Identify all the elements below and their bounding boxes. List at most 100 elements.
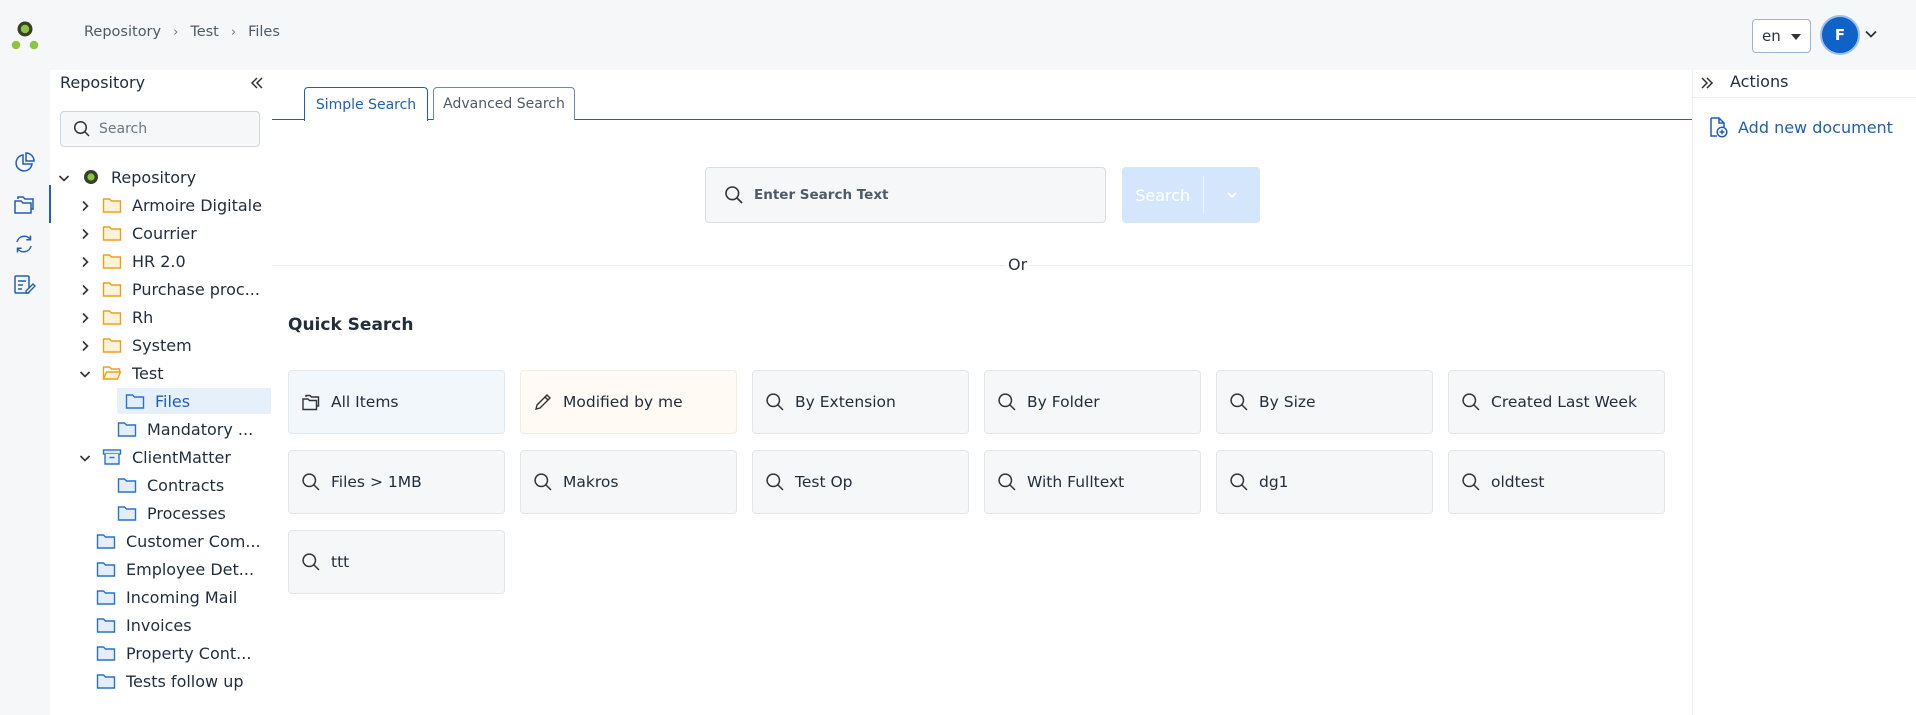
folder-icon — [102, 252, 122, 270]
blue-folder-icon — [96, 560, 116, 578]
blue-folder-icon — [117, 420, 137, 438]
icon-rail — [0, 70, 50, 715]
quick-search-label: All Items — [331, 393, 399, 411]
archive-box-icon — [102, 448, 122, 466]
quick-search-label: oldtest — [1491, 473, 1545, 491]
task-edit-icon[interactable] — [12, 272, 36, 296]
folder-icon — [102, 280, 122, 298]
chevron-down-icon[interactable] — [78, 366, 92, 380]
tab-advanced-search[interactable]: Advanced Search — [433, 87, 575, 120]
language-value: en — [1762, 27, 1781, 45]
actions-panel — [1692, 70, 1916, 715]
tree-item[interactable]: Customer Com... — [96, 528, 261, 554]
tree-item[interactable]: Test — [78, 360, 164, 386]
tree-item-label: Rh — [132, 307, 154, 327]
dashboard-chart-icon[interactable] — [12, 151, 36, 175]
tree-item[interactable]: Contracts — [117, 472, 224, 498]
search-button[interactable]: Search — [1122, 167, 1260, 223]
quick-search-card[interactable]: dg1 — [1216, 450, 1433, 514]
actions-title: Actions — [1730, 72, 1789, 91]
tree-item[interactable]: Armoire Digitale — [78, 192, 262, 218]
user-avatar[interactable]: F — [1820, 15, 1860, 55]
quick-search-label: By Size — [1259, 393, 1316, 411]
tree-item[interactable]: Invoices — [96, 612, 192, 638]
blue-folder-icon — [117, 504, 137, 522]
app-logo-icon[interactable] — [10, 20, 40, 54]
tree-item[interactable]: Tests follow up — [96, 668, 244, 694]
quick-search-card[interactable]: Makros — [520, 450, 737, 514]
search-button-label: Search — [1135, 185, 1191, 205]
expand-panel-icon[interactable] — [1699, 75, 1715, 91]
chevron-right-icon[interactable] — [78, 198, 92, 212]
search-icon — [725, 186, 743, 204]
tree-item[interactable]: Processes — [117, 500, 226, 526]
tree-item[interactable]: Files — [117, 388, 271, 414]
quick-search-card[interactable]: All Items — [288, 370, 505, 434]
search-icon — [997, 392, 1017, 412]
tree-item[interactable]: ClientMatter — [78, 444, 231, 470]
tree-item-label: Mandatory ... — [147, 419, 254, 439]
tree-item-label: Purchase proc... — [132, 279, 260, 299]
tree-item[interactable]: Repository — [57, 164, 196, 190]
language-select[interactable]: en — [1752, 19, 1811, 53]
chevron-down-icon — [1227, 192, 1237, 199]
collapse-panel-icon[interactable] — [249, 75, 265, 91]
repository-logo-icon — [81, 168, 101, 186]
search-icon — [997, 472, 1017, 492]
quick-search-card[interactable]: By Folder — [984, 370, 1201, 434]
tree-item[interactable]: Employee Det... — [96, 556, 254, 582]
add-new-document-label: Add new document — [1738, 117, 1893, 137]
add-new-document-button[interactable]: Add new document — [1708, 116, 1893, 138]
tree-item[interactable]: Rh — [78, 304, 153, 330]
quick-search-card[interactable]: Modified by me — [520, 370, 737, 434]
search-icon — [765, 472, 785, 492]
quick-search-card[interactable]: Created Last Week — [1448, 370, 1665, 434]
tab-simple-search[interactable]: Simple Search — [304, 87, 428, 121]
top-header — [0, 0, 1916, 70]
tree-item-label: Repository — [111, 167, 197, 187]
tree-item[interactable]: Purchase proc... — [78, 276, 260, 302]
quick-search-label: By Extension — [795, 393, 896, 411]
blue-folder-icon — [96, 672, 116, 690]
quick-search-label: Test Op — [795, 473, 853, 491]
chevron-down-icon[interactable] — [78, 450, 92, 464]
quick-search-card[interactable]: With Fulltext — [984, 450, 1201, 514]
search-options-toggle[interactable] — [1204, 188, 1260, 202]
chevron-down-icon[interactable] — [1864, 27, 1878, 41]
blue-folder-icon — [125, 392, 145, 410]
quick-search-card[interactable]: By Size — [1216, 370, 1433, 434]
blue-folder-icon — [117, 476, 137, 494]
chevron-right-icon[interactable] — [78, 282, 92, 296]
quick-search-card[interactable]: Files > 1MB — [288, 450, 505, 514]
tree-item[interactable]: System — [78, 332, 192, 358]
main-search-input[interactable]: Enter Search Text — [705, 167, 1106, 223]
quick-search-label: By Folder — [1027, 393, 1100, 411]
quick-search-card[interactable]: oldtest — [1448, 450, 1665, 514]
breadcrumb-test[interactable]: Test — [190, 24, 219, 40]
sync-icon[interactable] — [12, 232, 36, 256]
chevron-down-icon[interactable] — [57, 170, 71, 184]
breadcrumb-repository[interactable]: Repository — [84, 24, 161, 40]
or-divider — [272, 265, 1692, 266]
chevron-right-icon[interactable] — [78, 310, 92, 324]
tree-item[interactable]: Property Cont... — [96, 640, 251, 666]
quick-search-card[interactable]: ttt — [288, 530, 505, 594]
quick-search-card[interactable]: By Extension — [752, 370, 969, 434]
tree-item-label: Armoire Digitale — [132, 195, 262, 215]
search-icon — [1461, 392, 1481, 412]
quick-search-label: Modified by me — [563, 393, 683, 411]
tree-item[interactable]: Incoming Mail — [96, 584, 237, 610]
tree-item[interactable]: Courrier — [78, 220, 197, 246]
folders-icon[interactable] — [12, 192, 36, 216]
quick-search-title: Quick Search — [288, 315, 414, 335]
chevron-right-icon[interactable] — [78, 338, 92, 352]
quick-search-card[interactable]: Test Op — [752, 450, 969, 514]
chevron-right-icon[interactable] — [78, 254, 92, 268]
quick-search-label: Makros — [563, 473, 619, 491]
tree-item[interactable]: HR 2.0 — [78, 248, 186, 274]
tree-item-label: Files — [155, 391, 191, 411]
chevron-right-icon[interactable] — [78, 226, 92, 240]
tree-item[interactable]: Mandatory ... — [117, 416, 253, 442]
tree-item-label: HR 2.0 — [132, 251, 186, 271]
tree-item-label: Incoming Mail — [126, 587, 238, 607]
